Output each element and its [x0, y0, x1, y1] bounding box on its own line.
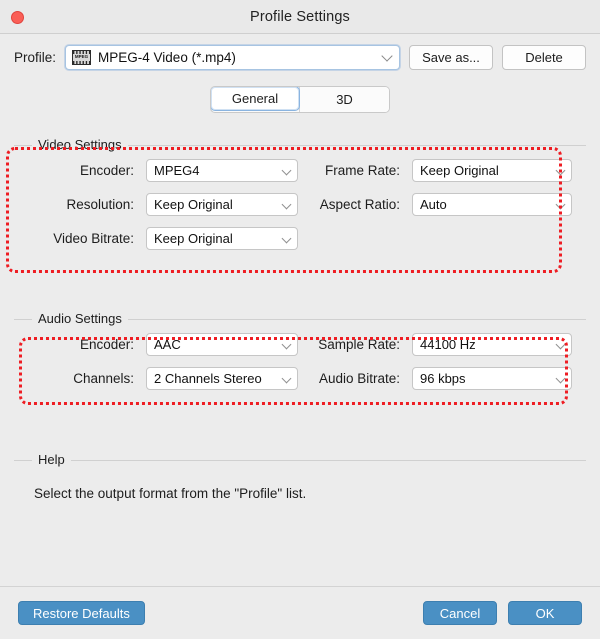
chevron-down-icon	[281, 233, 292, 243]
ok-button[interactable]: OK	[508, 601, 582, 625]
frame-rate-select[interactable]: Keep Original	[412, 159, 572, 182]
chevron-down-icon	[555, 199, 566, 209]
settings-content: Video Settings Encoder: MPEG4 Frame Rate…	[0, 119, 600, 586]
channels-label: Channels:	[73, 371, 134, 386]
mpeg-film-icon: MPEG	[72, 49, 92, 65]
profile-label: Profile:	[14, 49, 57, 65]
profile-settings-window: Profile Settings Profile: MPEG MPEG-4 Vi…	[0, 0, 600, 639]
audio-bitrate-label: Audio Bitrate:	[318, 371, 400, 386]
footer-bar: Restore Defaults Cancel OK	[0, 586, 600, 639]
video-bitrate-value: Keep Original	[154, 231, 233, 246]
audio-bitrate-value: 96 kbps	[420, 371, 466, 386]
video-encoder-label: Encoder:	[79, 163, 134, 178]
frame-rate-value: Keep Original	[420, 163, 499, 178]
channels-select[interactable]: 2 Channels Stereo	[146, 367, 298, 390]
audio-settings-legend: Audio Settings	[32, 311, 128, 326]
footer-actions: Cancel OK	[423, 601, 582, 625]
chevron-down-icon	[281, 199, 292, 209]
page-title: Profile Settings	[250, 8, 350, 25]
audio-settings-fields: Encoder: AAC Sample Rate: 44100 Hz Chann…	[14, 333, 586, 390]
tab-3d[interactable]: 3D	[299, 86, 389, 112]
sample-rate-label: Sample Rate:	[318, 337, 400, 352]
resolution-value: Keep Original	[154, 197, 233, 212]
video-settings-legend: Video Settings	[32, 137, 128, 152]
help-text: Select the output format from the "Profi…	[34, 486, 307, 501]
close-icon[interactable]	[11, 11, 24, 24]
video-settings-fields: Encoder: MPEG4 Frame Rate: Keep Original…	[14, 159, 586, 250]
chevron-down-icon	[555, 165, 566, 175]
video-bitrate-label: Video Bitrate:	[53, 231, 134, 246]
aspect-ratio-label: Aspect Ratio:	[319, 197, 400, 212]
tab-general[interactable]: General	[211, 86, 300, 111]
chevron-down-icon	[555, 339, 566, 349]
profile-select-value: MPEG-4 Video (*.mp4)	[98, 49, 236, 65]
audio-bitrate-select[interactable]: 96 kbps	[412, 367, 572, 390]
frame-rate-label: Frame Rate:	[324, 163, 400, 178]
video-encoder-value: MPEG4	[154, 163, 200, 178]
restore-defaults-button[interactable]: Restore Defaults	[18, 601, 145, 625]
delete-button[interactable]: Delete	[502, 44, 586, 70]
aspect-ratio-value: Auto	[420, 197, 447, 212]
video-encoder-select[interactable]: MPEG4	[146, 159, 298, 182]
profile-select[interactable]: MPEG MPEG-4 Video (*.mp4)	[65, 44, 400, 70]
profile-bar: Profile: MPEG MPEG-4 Video (*.mp4) Save …	[0, 39, 600, 75]
video-bitrate-select[interactable]: Keep Original	[146, 227, 298, 250]
sample-rate-value: 44100 Hz	[420, 337, 476, 352]
cancel-button[interactable]: Cancel	[423, 601, 497, 625]
audio-encoder-value: AAC	[154, 337, 181, 352]
chevron-down-icon	[555, 373, 566, 383]
sample-rate-select[interactable]: 44100 Hz	[412, 333, 572, 356]
chevron-down-icon	[381, 50, 393, 62]
help-divider	[14, 460, 586, 461]
audio-encoder-label: Encoder:	[79, 337, 134, 352]
title-bar: Profile Settings	[0, 0, 600, 34]
chevron-down-icon	[281, 373, 292, 383]
aspect-ratio-select[interactable]: Auto	[412, 193, 572, 216]
resolution-select[interactable]: Keep Original	[146, 193, 298, 216]
chevron-down-icon	[281, 165, 292, 175]
resolution-label: Resolution:	[66, 197, 134, 212]
chevron-down-icon	[281, 339, 292, 349]
channels-value: 2 Channels Stereo	[154, 371, 262, 386]
audio-encoder-select[interactable]: AAC	[146, 333, 298, 356]
help-legend: Help	[32, 452, 71, 467]
tab-bar: General 3D	[0, 79, 600, 119]
save-as-button[interactable]: Save as...	[409, 44, 493, 70]
